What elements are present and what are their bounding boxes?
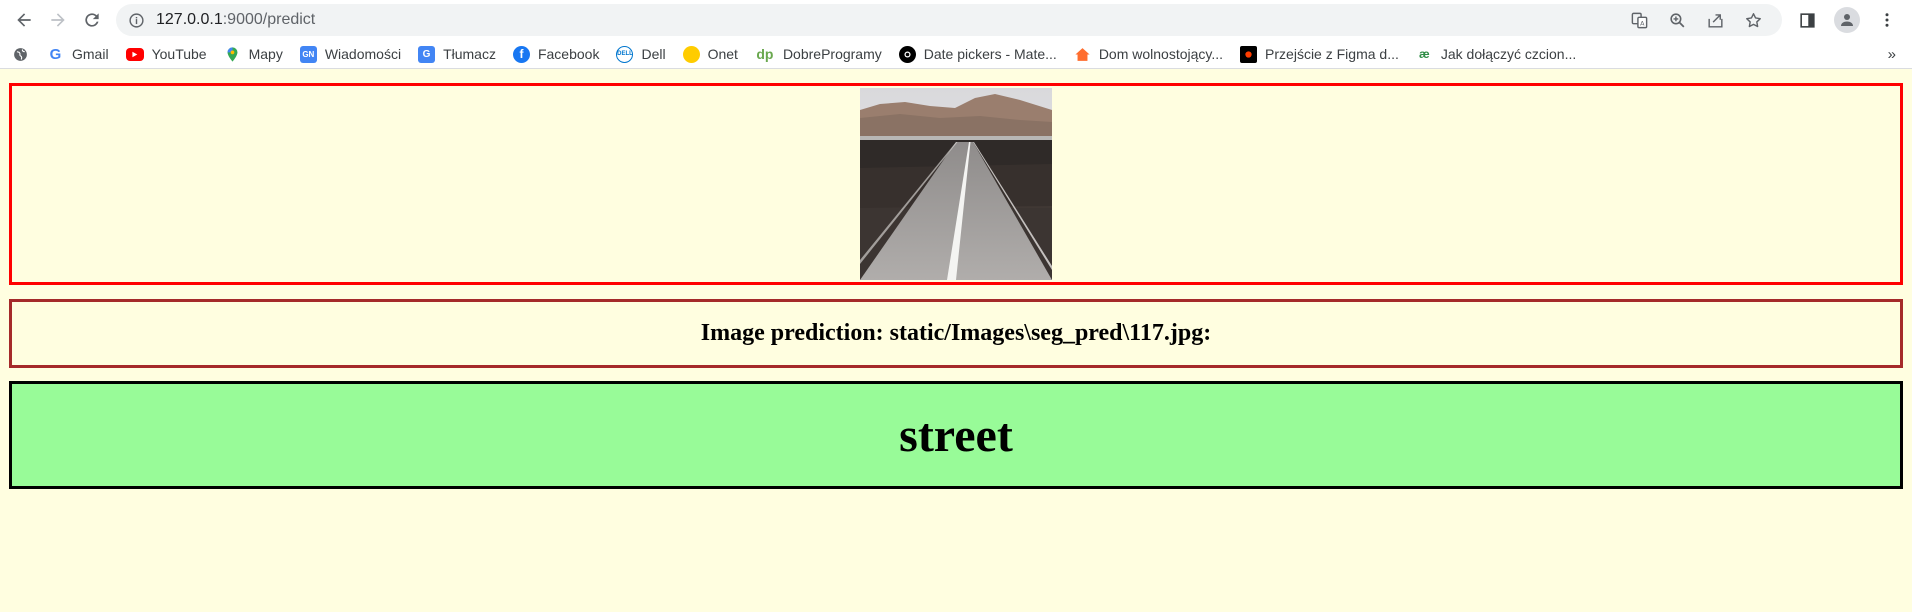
house-icon bbox=[1074, 46, 1091, 63]
avatar bbox=[1834, 7, 1860, 33]
bookmark-figma[interactable]: Przejście z Figma d... bbox=[1240, 45, 1399, 63]
bookmarks-overflow-button[interactable]: » bbox=[1888, 46, 1900, 63]
bookmark-dell[interactable]: DELL Dell bbox=[616, 45, 666, 63]
browser-toolbar: 127.0.0.1:9000/predict A bbox=[0, 0, 1912, 40]
bookmark-apps[interactable] bbox=[12, 46, 29, 63]
bookmark-label: YouTube bbox=[151, 46, 207, 62]
bookmark-label: Mapy bbox=[248, 46, 283, 62]
image-container bbox=[9, 83, 1903, 285]
prediction-label-box: Image prediction: static/Images\seg_pred… bbox=[9, 299, 1903, 368]
bookmark-wiadomosci[interactable]: GN Wiadomości bbox=[299, 45, 402, 63]
prediction-result: street bbox=[899, 408, 1013, 462]
translate-icon: G bbox=[418, 45, 436, 63]
page-content: Image prediction: static/Images\seg_pred… bbox=[0, 69, 1912, 489]
bookmark-czcionki[interactable]: æ Jak dołączyć czcion... bbox=[1416, 46, 1576, 63]
bookmark-label: DobreProgramy bbox=[782, 46, 882, 62]
bookmark-facebook[interactable]: f Facebook bbox=[512, 45, 600, 63]
bookmark-label: Onet bbox=[707, 46, 738, 62]
forward-button[interactable] bbox=[42, 4, 74, 36]
bookmark-date-pickers[interactable]: Date pickers - Mate... bbox=[898, 45, 1057, 63]
svg-text:A: A bbox=[1640, 20, 1645, 27]
reload-icon bbox=[85, 13, 99, 27]
figma-icon bbox=[1240, 45, 1258, 63]
bookmark-onet[interactable]: Onet bbox=[682, 45, 738, 63]
share-icon[interactable] bbox=[1698, 6, 1732, 34]
dp-icon: dp bbox=[756, 46, 774, 62]
side-panel-icon[interactable] bbox=[1790, 4, 1824, 36]
onet-icon bbox=[682, 45, 700, 63]
profile-button[interactable] bbox=[1830, 4, 1864, 36]
bookmark-mapy[interactable]: Mapy bbox=[224, 46, 283, 63]
url-path: :9000/predict bbox=[222, 11, 316, 28]
bookmark-label: Facebook bbox=[537, 46, 600, 62]
arrow-right-icon bbox=[51, 13, 65, 27]
bookmark-label: Dom wolnostojący... bbox=[1098, 46, 1224, 62]
google-icon: G bbox=[49, 45, 62, 63]
road-photo bbox=[860, 88, 1052, 280]
menu-kebab-icon[interactable] bbox=[1870, 4, 1904, 36]
browser-chrome: 127.0.0.1:9000/predict A G Gmail YouTube… bbox=[0, 0, 1912, 69]
bookmark-label: Przejście z Figma d... bbox=[1265, 46, 1399, 62]
bookmark-label: Dell bbox=[641, 46, 666, 62]
youtube-icon bbox=[125, 47, 144, 61]
person-icon bbox=[1841, 14, 1853, 26]
bookmark-tlumacz[interactable]: G Tłumacz bbox=[418, 45, 496, 63]
arrow-left-icon bbox=[17, 13, 31, 27]
bookmark-label: Date pickers - Mate... bbox=[923, 46, 1057, 62]
news-icon: GN bbox=[299, 45, 317, 63]
url-host: 127.0.0.1 bbox=[156, 11, 223, 28]
bookmark-youtube[interactable]: YouTube bbox=[125, 46, 207, 62]
bookmarks-bar: G Gmail YouTube Mapy GN Wiadomości G Tłu… bbox=[0, 40, 1912, 69]
zoom-icon[interactable] bbox=[1660, 6, 1694, 34]
translate-page-icon[interactable]: A bbox=[1622, 6, 1656, 34]
github-icon bbox=[898, 45, 916, 63]
reload-button[interactable] bbox=[76, 4, 108, 36]
ae-icon: æ bbox=[1419, 47, 1430, 61]
dell-icon: DELL bbox=[616, 45, 634, 63]
bookmark-dobreprogramy[interactable]: dp DobreProgramy bbox=[755, 46, 882, 63]
url-text: 127.0.0.1:9000/predict bbox=[156, 11, 315, 29]
prediction-label: Image prediction: static/Images\seg_pred… bbox=[700, 320, 1212, 346]
bookmark-gmail[interactable]: G Gmail bbox=[47, 46, 109, 63]
bookmark-label: Wiadomości bbox=[324, 46, 402, 62]
globe-icon bbox=[14, 47, 27, 61]
address-bar[interactable]: 127.0.0.1:9000/predict A bbox=[116, 4, 1782, 36]
facebook-icon: f bbox=[512, 45, 530, 63]
back-button[interactable] bbox=[8, 4, 40, 36]
bookmark-label: Gmail bbox=[72, 46, 109, 62]
bookmark-label: Jak dołączyć czcion... bbox=[1440, 46, 1577, 62]
prediction-result-box: street bbox=[9, 381, 1903, 489]
bookmark-label: Tłumacz bbox=[443, 46, 496, 62]
bookmark-dom-wolnostojacy[interactable]: Dom wolnostojący... bbox=[1074, 46, 1223, 63]
maps-pin-icon bbox=[224, 46, 241, 63]
site-info-icon[interactable] bbox=[128, 11, 146, 29]
bookmark-star-icon[interactable] bbox=[1736, 6, 1770, 34]
